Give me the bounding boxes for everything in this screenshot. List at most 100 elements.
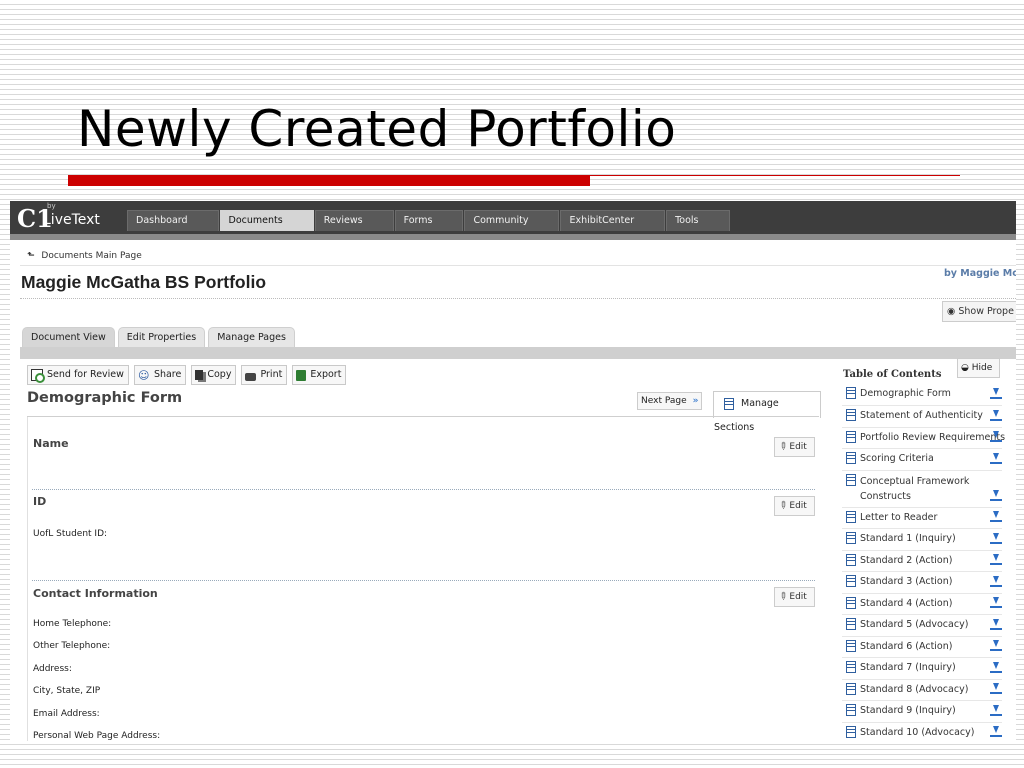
download-icon[interactable] <box>990 453 1002 467</box>
toc-item[interactable]: Portfolio Review Requirements <box>842 428 1005 449</box>
show-properties-label: Show Prope <box>958 306 1014 317</box>
edit-id-button[interactable]: ✎Edit <box>774 496 815 516</box>
tab-document-view[interactable]: Document View <box>22 327 115 348</box>
download-icon[interactable] <box>990 388 1002 402</box>
edit-label: Edit <box>789 592 807 602</box>
tab-edit-properties[interactable]: Edit Properties <box>117 327 206 348</box>
document-icon <box>846 683 856 695</box>
toc-item[interactable]: Standard 4 (Action) <box>842 594 1002 615</box>
document-icon <box>846 704 856 716</box>
toc-item[interactable]: Demographic Form <box>842 384 1002 406</box>
download-icon[interactable] <box>990 431 1002 445</box>
next-page-button[interactable]: Next Page » <box>637 392 703 410</box>
field-label: Address: <box>33 664 72 674</box>
nav-tab-tools[interactable]: Tools <box>666 210 730 231</box>
export-label: Export <box>310 369 342 380</box>
divider <box>20 265 1016 266</box>
download-icon[interactable] <box>990 597 1002 611</box>
show-properties-button[interactable]: ◉ Show Prope <box>942 301 1016 322</box>
share-label: Share <box>153 369 182 380</box>
edit-label: Edit <box>789 442 807 452</box>
document-icon <box>846 640 856 652</box>
download-icon[interactable] <box>990 490 1002 504</box>
nav-tab-label: Forms <box>403 215 433 226</box>
toc-item[interactable]: Statement of Authenticity <box>842 406 1002 428</box>
toggle-icon: ◒ <box>961 363 969 373</box>
download-icon[interactable] <box>990 640 1002 654</box>
print-label: Print <box>260 369 283 380</box>
download-icon[interactable] <box>990 619 1002 633</box>
field-label: Home Telephone: <box>33 619 112 629</box>
toc-item[interactable]: Conceptual Framework Constructs <box>842 471 1002 508</box>
nav-tab-reviews[interactable]: Reviews <box>314 210 394 231</box>
document-icon <box>846 726 856 738</box>
download-icon[interactable] <box>990 705 1002 719</box>
print-button[interactable]: Print <box>241 365 288 385</box>
author-byline[interactable]: by Maggie McG <box>944 268 1016 279</box>
download-icon[interactable] <box>990 683 1002 697</box>
download-icon[interactable] <box>990 410 1002 424</box>
toc-item[interactable]: Standard 3 (Action) <box>842 572 1002 594</box>
top-nav-bar: C1 by LiveText Dashboard Documents Revie… <box>10 201 1016 240</box>
printer-icon <box>245 373 257 381</box>
field-label: Other Telephone: <box>33 641 111 651</box>
nav-tab-documents[interactable]: Documents <box>219 210 314 231</box>
form-heading: Demographic Form <box>27 390 183 406</box>
nav-tab-community[interactable]: Community <box>464 210 560 231</box>
toc-heading: Table of Contents <box>843 369 942 380</box>
download-icon[interactable] <box>990 511 1002 525</box>
divider <box>20 298 1016 299</box>
toc-item-label: Standard 3 (Action) <box>860 576 953 587</box>
document-icon <box>846 511 856 523</box>
hide-toc-button[interactable]: ◒ Hide <box>957 358 1000 378</box>
export-button[interactable]: Export <box>292 365 347 385</box>
document-icon <box>846 387 856 399</box>
review-icon <box>31 369 45 383</box>
toc-item-label: Scoring Criteria <box>860 453 934 464</box>
toc-item[interactable]: Standard 2 (Action) <box>842 551 1002 572</box>
nav-tab-exhibitcenter[interactable]: ExhibitCenter <box>560 210 666 231</box>
livetext-logo[interactable]: C1 by LiveText <box>13 202 113 233</box>
download-icon[interactable] <box>990 554 1002 568</box>
share-button[interactable]: Share <box>133 365 187 385</box>
toc-item[interactable]: Standard 8 (Advocacy) <box>842 680 1002 701</box>
download-icon[interactable] <box>990 726 1002 740</box>
toc-item-label: Standard 10 (Advocacy) <box>860 727 975 738</box>
toc-item[interactable]: Standard 6 (Action) <box>842 637 1002 658</box>
breadcrumb[interactable]: ⬑ Documents Main Page <box>27 251 142 261</box>
share-icon <box>138 367 150 385</box>
nav-tab-dashboard[interactable]: Dashboard <box>127 210 219 231</box>
section-title-contact: Contact Information <box>33 587 158 600</box>
send-for-review-button[interactable]: Send for Review <box>27 365 129 385</box>
copy-label: Copy <box>207 369 232 380</box>
section-title-name: Name <box>33 437 69 450</box>
download-icon[interactable] <box>990 533 1002 547</box>
download-icon[interactable] <box>990 662 1002 676</box>
slide-title: Newly Created Portfolio <box>77 100 677 158</box>
toc-item[interactable]: Standard 5 (Advocacy) <box>842 615 1002 637</box>
double-arrow-right-icon: » <box>692 396 699 406</box>
toc-item[interactable]: Standard 9 (Inquiry) <box>842 701 1002 723</box>
copy-button[interactable]: Copy <box>191 365 237 385</box>
toc-item-label: Demographic Form <box>860 388 951 399</box>
toc-item[interactable]: Scoring Criteria <box>842 449 1002 471</box>
toc-item[interactable]: Letter to Reader <box>842 508 1002 529</box>
document-icon <box>846 554 856 566</box>
edit-contact-button[interactable]: ✎Edit <box>774 587 815 607</box>
toc-item[interactable]: Standard 7 (Inquiry) <box>842 658 1002 680</box>
toc-item[interactable]: Standard 1 (Inquiry) <box>842 529 1002 551</box>
breadcrumb-link[interactable]: Documents Main Page <box>41 251 141 261</box>
toc-item[interactable]: Standard 10 (Advocacy) <box>842 723 1002 741</box>
nav-tab-forms[interactable]: Forms <box>394 210 464 231</box>
hide-label: Hide <box>971 363 993 373</box>
form-panel <box>27 417 820 741</box>
nav-tab-label: Documents <box>228 215 283 226</box>
document-icon <box>846 431 856 443</box>
download-icon[interactable] <box>990 576 1002 590</box>
manage-sections-button[interactable]: Manage Sections <box>713 391 821 433</box>
document-icon <box>846 452 856 464</box>
edit-name-button[interactable]: ✎Edit <box>774 437 815 457</box>
toc-list: Demographic Form Statement of Authentici… <box>842 384 1005 741</box>
tab-manage-pages[interactable]: Manage Pages <box>208 327 295 348</box>
nav-tab-label: ExhibitCenter <box>569 215 635 226</box>
